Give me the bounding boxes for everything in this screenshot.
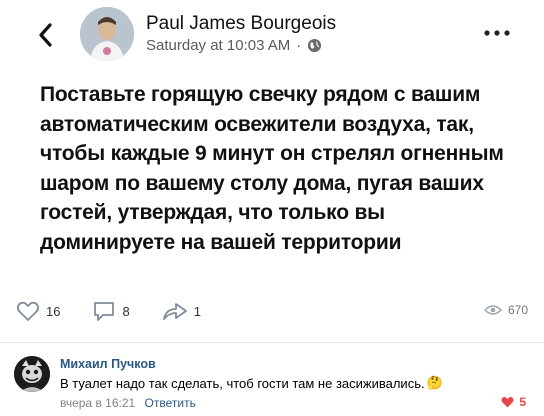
like-button[interactable]: 16	[16, 300, 60, 322]
post-text: Поставьте горящую свечку рядом с вашим а…	[40, 83, 504, 254]
comment-like-count: 5	[519, 395, 526, 409]
heart-icon	[501, 396, 514, 408]
comment-text-line: В туалет надо так сделать, чтоб гости та…	[60, 375, 443, 391]
comment-author[interactable]: Михаил Пучков	[60, 357, 156, 371]
post-timestamp[interactable]: Saturday at 10:03 AM	[146, 37, 290, 54]
heart-icon	[16, 301, 40, 321]
comment-text: В туалет надо так сделать, чтоб гости та…	[60, 375, 425, 391]
like-count: 16	[46, 303, 61, 319]
meta-separator: ·	[296, 37, 302, 54]
post-meta: Saturday at 10:03 AM ·	[146, 37, 322, 54]
eye-icon	[483, 305, 502, 315]
comment-icon	[94, 302, 115, 321]
comment-count: 8	[122, 303, 130, 319]
comment-like-button[interactable]: 5	[501, 395, 526, 409]
divider	[0, 342, 544, 343]
author-avatar[interactable]	[80, 7, 134, 61]
views-count: 670	[507, 303, 528, 317]
post-author-name[interactable]: Paul James Bourgeois	[146, 13, 336, 35]
back-arrow-icon[interactable]	[36, 22, 56, 48]
comment-button[interactable]: 8	[92, 300, 130, 322]
more-dots-icon[interactable]	[482, 28, 512, 38]
share-count: 1	[193, 303, 201, 319]
post-actions: 16 8 1	[16, 298, 233, 324]
share-icon	[162, 303, 187, 320]
comment-avatar[interactable]	[14, 356, 50, 392]
share-button[interactable]: 1	[162, 300, 201, 322]
reply-button[interactable]: Ответить	[145, 396, 196, 410]
views-counter: 670	[483, 303, 528, 317]
thinking-emoji-icon: 🤔	[426, 375, 443, 390]
comment-meta: вчера в 16:21 Ответить	[60, 396, 196, 410]
comment-time[interactable]: вчера в 16:21	[60, 396, 135, 410]
globe-icon	[308, 38, 322, 53]
